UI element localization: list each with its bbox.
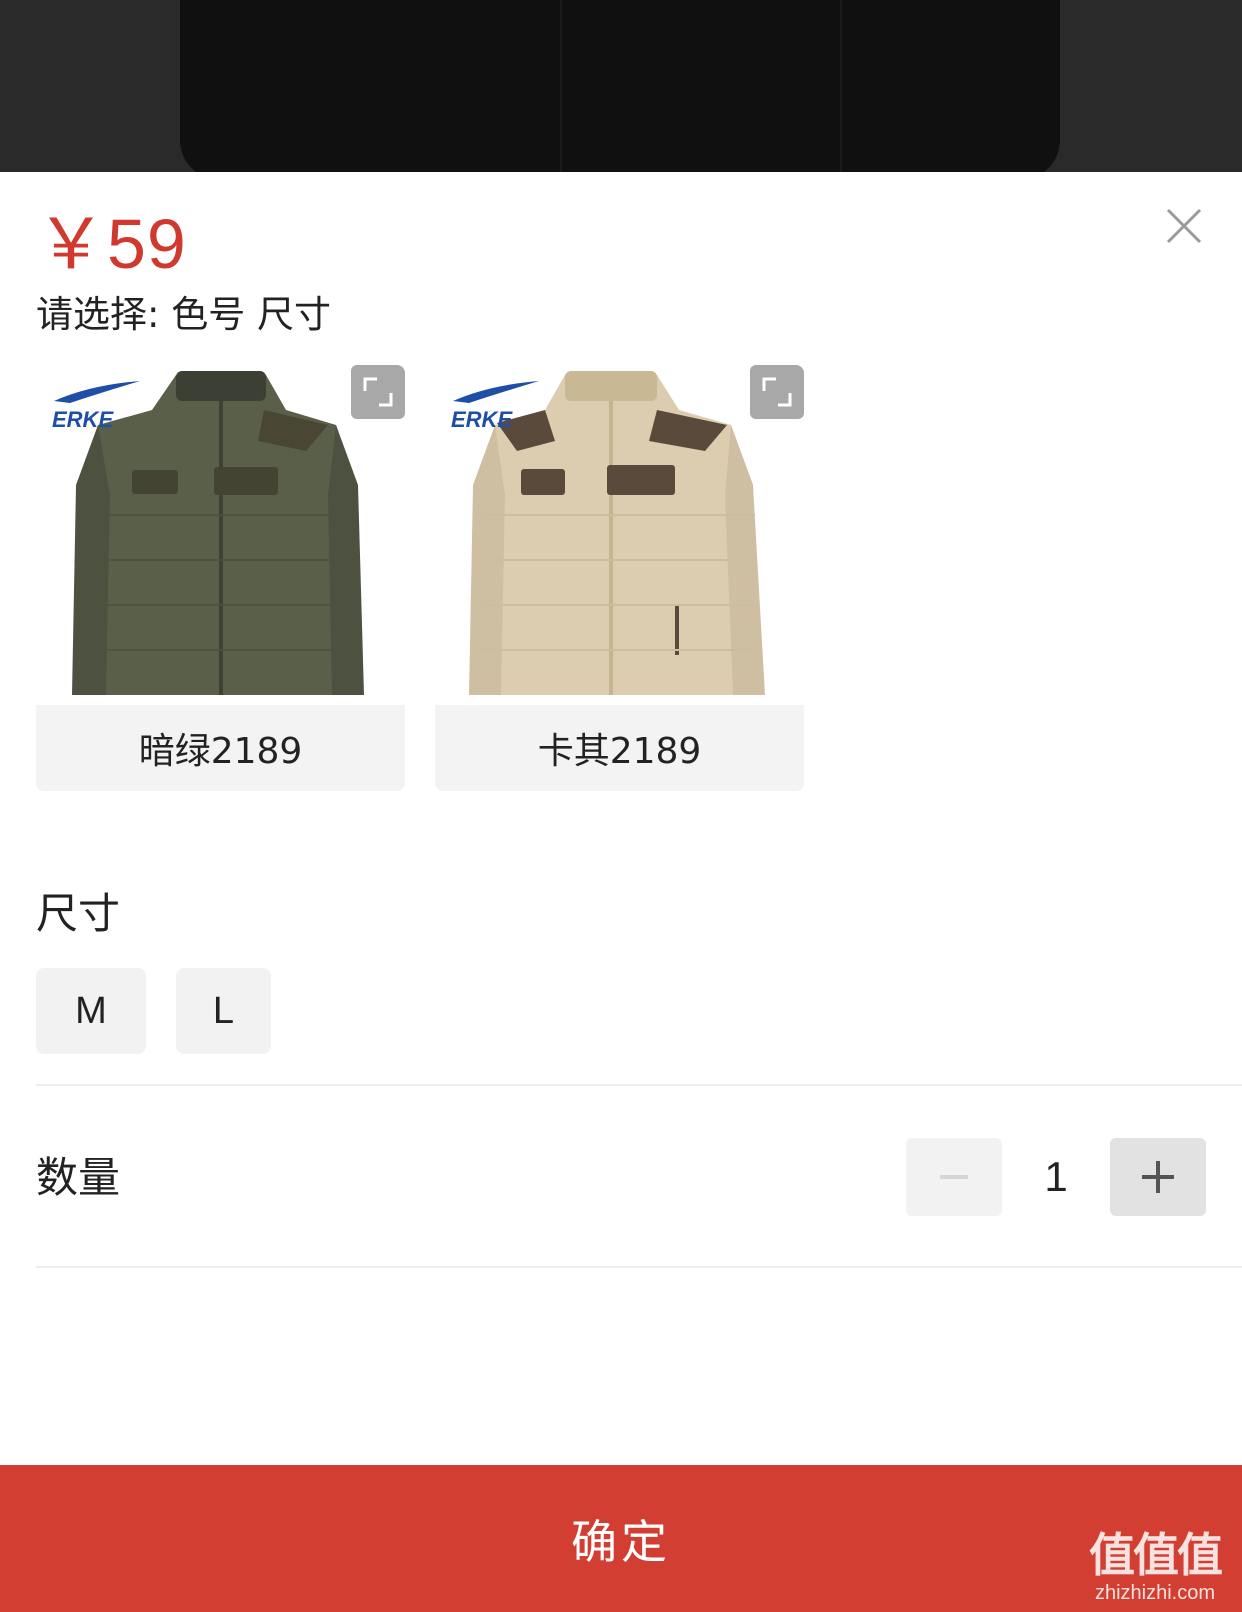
divider — [36, 1084, 1242, 1086]
price: ￥59 — [36, 205, 187, 283]
quantity-value[interactable]: 1 — [1002, 1153, 1110, 1201]
divider — [36, 1266, 1242, 1268]
close-icon[interactable] — [1162, 204, 1206, 248]
watermark-url: zhizhizhi.com — [1094, 1582, 1216, 1604]
erke-logo: ERKE — [50, 377, 142, 433]
photo-seam — [560, 0, 562, 172]
size-option-list: M L — [36, 968, 271, 1054]
quantity-stepper: 1 — [906, 1138, 1206, 1216]
color-variant-list: ERKE 暗绿2189 ERKE 卡其2189 — [36, 365, 804, 791]
color-variant-option[interactable]: ERKE 卡其2189 — [435, 365, 804, 791]
size-section-title: 尺寸 — [36, 889, 121, 938]
svg-text:ERKE: ERKE — [52, 407, 114, 432]
decrement-button[interactable] — [906, 1138, 1002, 1216]
size-option-l[interactable]: L — [176, 968, 271, 1054]
minus-icon — [940, 1175, 968, 1179]
svg-text:ERKE: ERKE — [451, 407, 513, 432]
size-option-m[interactable]: M — [36, 968, 146, 1054]
product-photo — [180, 0, 1060, 172]
variant-photo: ERKE — [36, 365, 405, 705]
plus-icon — [1142, 1161, 1174, 1193]
expand-icon[interactable] — [351, 365, 405, 419]
increment-button[interactable] — [1110, 1138, 1206, 1216]
color-variant-option[interactable]: ERKE 暗绿2189 — [36, 365, 405, 791]
sku-selector-sheet: ￥59 请选择: 色号 尺寸 ERKE 暗绿2189 ERKE 卡其2189 尺… — [0, 172, 1242, 1612]
watermark-logo: 值值值 — [1089, 1528, 1223, 1582]
site-watermark: 值值值 zhizhizhi.com — [1080, 1528, 1230, 1612]
expand-icon[interactable] — [750, 365, 804, 419]
variant-label: 卡其2189 — [537, 731, 702, 772]
confirm-button[interactable]: 确定 — [0, 1465, 1242, 1612]
quantity-label: 数量 — [36, 1153, 121, 1202]
product-image-backdrop — [0, 0, 1242, 172]
photo-seam — [840, 0, 842, 172]
selection-hint: 请选择: 色号 尺寸 — [36, 293, 331, 336]
variant-photo: ERKE — [435, 365, 804, 705]
erke-logo: ERKE — [449, 377, 541, 433]
variant-label: 暗绿2189 — [138, 731, 303, 772]
